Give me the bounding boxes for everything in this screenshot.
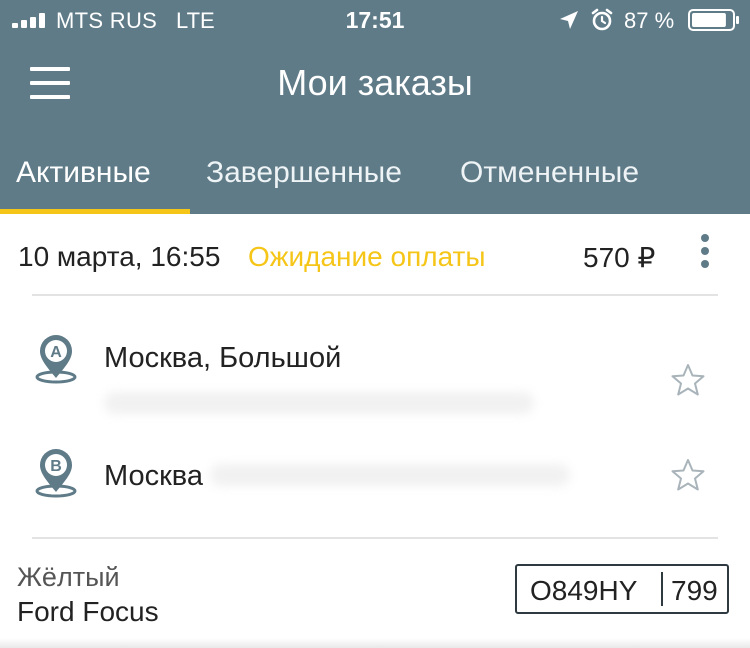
tab-active[interactable]: Активные — [16, 156, 151, 190]
app-header: MTS RUS LTE 17:51 87 % Мои заказы Активн… — [0, 0, 750, 214]
blurred-address-line — [210, 464, 570, 486]
order-date: 10 марта, 16:55 — [18, 241, 221, 272]
active-tab-indicator — [0, 209, 190, 214]
route-point-b-address: Москва — [104, 460, 204, 492]
pin-b-icon: B — [35, 449, 77, 498]
tab-cancelled[interactable]: Отмененные — [460, 156, 639, 190]
tab-completed[interactable]: Завершенные — [206, 156, 402, 190]
hamburger-menu-icon[interactable] — [30, 66, 70, 100]
svg-text:B: B — [50, 458, 62, 475]
divider — [32, 294, 718, 296]
order-price: 570 ₽ — [583, 242, 656, 273]
plate-separator — [661, 572, 663, 606]
route-point-a-address: Москва, Большой — [104, 342, 342, 374]
plate-region: 799 — [671, 575, 718, 606]
plate-number: O849HY — [530, 575, 638, 606]
location-arrow-icon — [560, 11, 578, 29]
favorite-star-icon[interactable] — [670, 457, 706, 493]
status-bar: MTS RUS LTE 17:51 87 % — [0, 0, 750, 40]
blurred-address-line — [104, 392, 534, 414]
more-vertical-icon[interactable] — [696, 234, 714, 268]
divider — [32, 537, 718, 539]
order-status: Ожидание оплаты — [248, 241, 486, 272]
car-color: Жёлтый — [17, 562, 120, 592]
battery-icon — [688, 9, 739, 31]
car-model: Ford Focus — [17, 596, 159, 627]
favorite-star-icon[interactable] — [670, 362, 706, 398]
card-bottom-shadow — [0, 638, 750, 648]
battery-percent: 87 % — [624, 8, 675, 33]
svg-text:A: A — [50, 344, 62, 361]
license-plate: O849HY 799 — [515, 564, 729, 614]
page-title: Мои заказы — [277, 62, 473, 103]
pin-a-icon: A — [35, 335, 77, 384]
alarm-clock-icon — [591, 8, 613, 31]
